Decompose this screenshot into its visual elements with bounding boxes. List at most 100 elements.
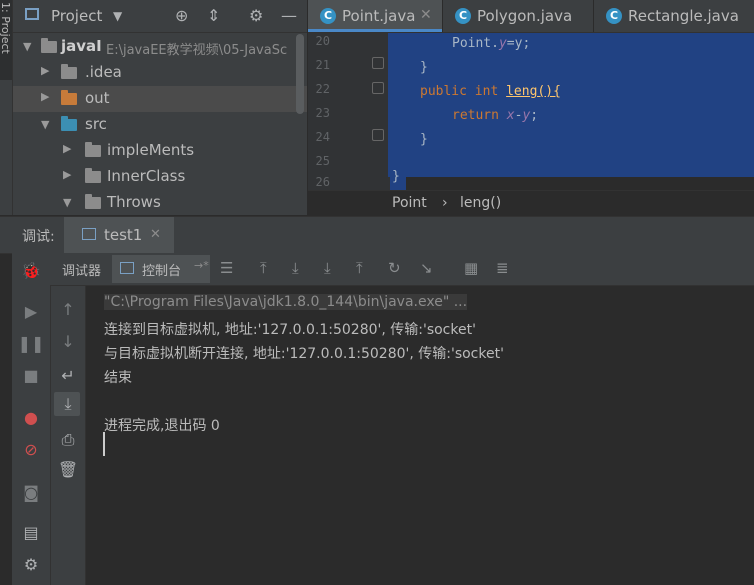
- code-line[interactable]: return x-y;: [388, 105, 754, 129]
- chevron-down-icon[interactable]: ▼: [113, 9, 122, 23]
- chevron-down-icon[interactable]: ▼: [63, 196, 71, 209]
- arrow-up-icon[interactable]: ↑: [49, 300, 87, 319]
- hide-panel-icon[interactable]: —: [281, 6, 297, 25]
- code-text: }: [420, 132, 428, 147]
- print-icon[interactable]: ⎙: [49, 430, 87, 450]
- tree-item-src[interactable]: ▼ src: [13, 112, 307, 138]
- bug-icon[interactable]: 🐞: [12, 261, 50, 280]
- tree-item-idea[interactable]: ▶ .idea: [13, 60, 307, 86]
- folder-icon: [61, 116, 77, 131]
- line-number: 26: [315, 175, 330, 189]
- tab-label: Rectangle.java: [628, 7, 739, 25]
- tree-item-label: Throws: [107, 193, 161, 211]
- tree-item-out[interactable]: ▶ out: [13, 86, 307, 112]
- project-panel: Project ▼ ⊕ ⇕ ⚙ — ▼ javaI E:\javaEE教学视频\…: [13, 0, 307, 215]
- chevron-right-icon[interactable]: ▶: [63, 168, 71, 181]
- project-title[interactable]: Project: [51, 7, 102, 25]
- code-text: public int leng(){: [420, 84, 561, 99]
- drop-frame-icon[interactable]: ↻: [388, 259, 401, 277]
- gear-icon[interactable]: ⚙: [249, 6, 263, 25]
- subtab-console-label: 控制台: [142, 264, 182, 279]
- debug-session-tab[interactable]: test1 ✕: [64, 217, 174, 253]
- close-icon[interactable]: ✕: [150, 227, 161, 242]
- chevron-down-icon[interactable]: ▼: [41, 118, 49, 131]
- gear-icon[interactable]: ⚙: [12, 555, 50, 574]
- tree-item-project-root[interactable]: ▼ javaI E:\javaEE教学视频\05-JavaSc: [13, 34, 307, 60]
- tree-item-innerclass[interactable]: ▶ InnerClass: [13, 164, 307, 190]
- tree-item-implements[interactable]: ▶ impleMents: [13, 138, 307, 164]
- tree-item-label: InnerClass: [107, 167, 186, 185]
- debug-header: 调试: test1 ✕: [0, 216, 754, 254]
- step-into-icon[interactable]: ⤓: [324, 259, 331, 277]
- line-number: 21: [315, 58, 330, 72]
- code-line[interactable]: }: [388, 129, 754, 153]
- show-execution-point-icon[interactable]: ⤒: [260, 259, 267, 277]
- soft-wrap-icon[interactable]: ↵: [49, 366, 87, 385]
- subtab-console[interactable]: 控制台 →*: [112, 255, 210, 283]
- arrow-down-icon[interactable]: ↓: [49, 332, 87, 351]
- step-over-icon[interactable]: ⤓: [292, 259, 299, 277]
- resume-icon[interactable]: ▶: [12, 302, 50, 321]
- tab-rectangle-java[interactable]: C Rectangle.java: [594, 0, 754, 32]
- tree-item-throws[interactable]: ▼ Throws: [13, 190, 307, 215]
- breakpoints-icon[interactable]: ●: [12, 408, 50, 427]
- code-text: }: [420, 60, 428, 75]
- run-to-cursor-icon[interactable]: ↘: [420, 259, 433, 277]
- class-icon: C: [320, 8, 336, 24]
- console-output[interactable]: "C:\Program Files\Java\jdk1.8.0_144\bin\…: [86, 286, 754, 585]
- console-icon: [120, 262, 134, 274]
- crosshair-icon[interactable]: ⊕: [175, 6, 188, 25]
- menu-icon[interactable]: ☰: [220, 259, 233, 277]
- tab-point-java[interactable]: C Point.java ✕: [308, 0, 442, 32]
- code-text: }: [392, 169, 400, 184]
- camera-icon[interactable]: ◙: [12, 483, 50, 502]
- layout-icon[interactable]: ▤: [12, 523, 50, 542]
- tree-item-label: .idea: [85, 63, 122, 81]
- tool-window-strip: 1: Project: [0, 0, 13, 215]
- breadcrumb-separator: ›: [442, 195, 448, 211]
- collapse-all-icon[interactable]: ⇕: [207, 6, 220, 25]
- tree-scrollbar[interactable]: [296, 34, 304, 114]
- project-view-icon: [25, 8, 39, 20]
- pin-icon[interactable]: →*: [194, 259, 209, 272]
- fold-marker-icon[interactable]: [372, 57, 384, 69]
- subtab-debugger[interactable]: 调试器: [62, 260, 101, 279]
- chevron-down-icon[interactable]: ▼: [23, 40, 31, 53]
- breadcrumb: Point › leng(): [308, 190, 754, 216]
- code-text: Point.y=y;: [452, 36, 531, 51]
- breadcrumb-item-point[interactable]: Point: [392, 195, 427, 211]
- code-line[interactable]: }: [388, 57, 754, 81]
- class-icon: C: [455, 8, 471, 24]
- package-icon: [85, 194, 101, 209]
- editor-tabbar: C Point.java ✕ C Polygon.java C Rectangl…: [308, 0, 754, 33]
- chevron-right-icon[interactable]: ▶: [63, 142, 71, 155]
- pause-icon[interactable]: ❚❚: [12, 334, 50, 353]
- console-line: 连接到目标虚拟机, 地址:'127.0.0.1:50280', 传输:'sock…: [104, 322, 476, 338]
- debug-label: 调试:: [22, 229, 55, 245]
- close-icon[interactable]: ✕: [420, 7, 432, 23]
- code-line[interactable]: public int leng(){: [388, 81, 754, 105]
- settings-icon[interactable]: ≣: [496, 259, 509, 277]
- code-line[interactable]: [388, 153, 754, 177]
- mute-breakpoints-icon[interactable]: ⊘: [12, 440, 50, 459]
- fold-marker-icon[interactable]: [372, 129, 384, 141]
- tab-polygon-java[interactable]: C Polygon.java: [443, 0, 593, 32]
- step-out-icon[interactable]: ⤒: [356, 259, 363, 277]
- evaluate-icon[interactable]: ▦: [464, 259, 478, 277]
- line-number: 25: [315, 154, 330, 168]
- scroll-to-end-icon: ⤓: [64, 394, 72, 413]
- chevron-right-icon[interactable]: ▶: [41, 64, 49, 77]
- trash-icon[interactable]: 🗑: [49, 460, 87, 479]
- console-line: 与目标虚拟机断开连接, 地址:'127.0.0.1:50280', 传输:'so…: [104, 346, 504, 362]
- stop-icon[interactable]: ■: [12, 366, 50, 385]
- code-line[interactable]: Point.y=y;: [388, 33, 754, 57]
- tree-item-label: javaI: [61, 37, 102, 55]
- console-line-command: "C:\Program Files\Java\jdk1.8.0_144\bin\…: [104, 294, 468, 310]
- debug-tab-label: test1: [104, 226, 143, 244]
- breadcrumb-item-leng[interactable]: leng(): [460, 195, 501, 211]
- fold-marker-icon[interactable]: [372, 82, 384, 94]
- project-header: Project ▼ ⊕ ⇕ ⚙ —: [13, 0, 307, 33]
- project-tool-label[interactable]: 1: Project: [0, 2, 12, 54]
- chevron-right-icon[interactable]: ▶: [41, 90, 49, 103]
- code-line[interactable]: }: [390, 167, 406, 190]
